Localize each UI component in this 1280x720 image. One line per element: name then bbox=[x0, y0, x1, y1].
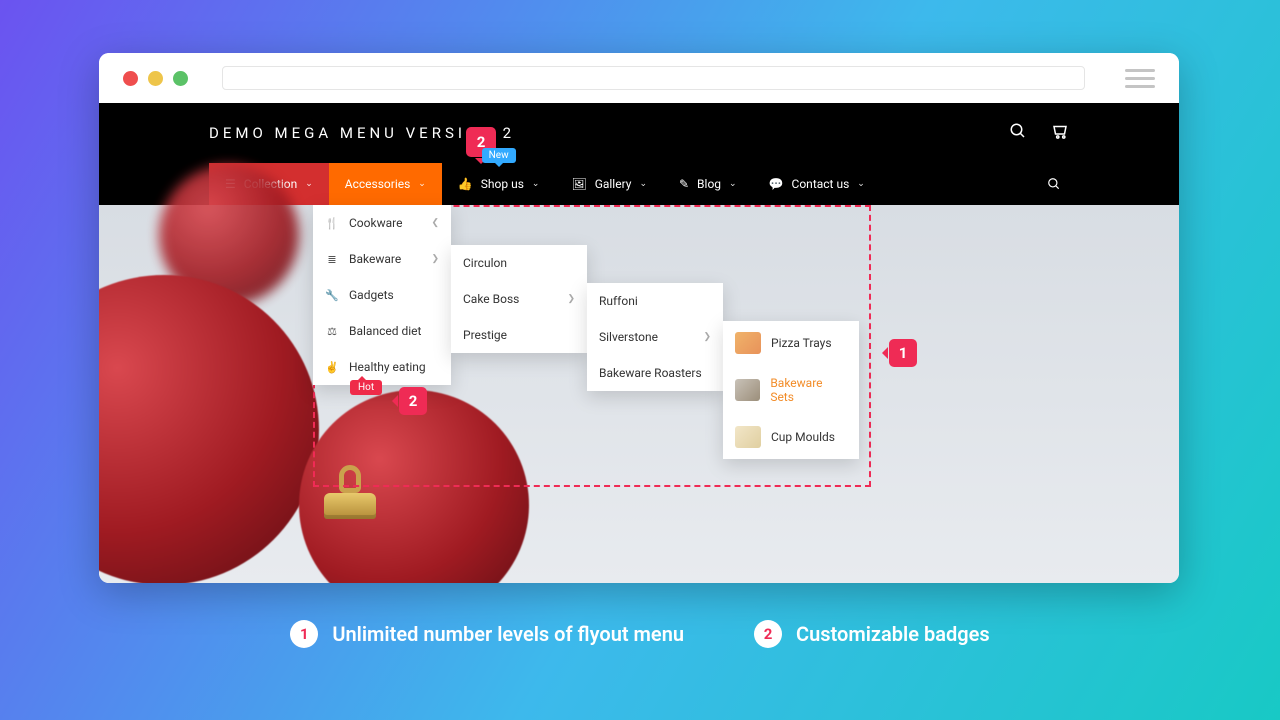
nav-contact[interactable]: 💬 Contact us ⌄ bbox=[753, 163, 881, 205]
menu-label: Silverstone bbox=[599, 330, 658, 344]
nav-label: Gallery bbox=[595, 177, 632, 191]
hamburger-icon[interactable] bbox=[1125, 69, 1155, 88]
thumbnail bbox=[735, 426, 761, 448]
thumbnail bbox=[735, 379, 760, 401]
chevron-down-icon: ⌄ bbox=[639, 179, 647, 189]
nav-accessories[interactable]: Accessories ⌄ bbox=[329, 163, 442, 205]
chevron-right-icon: ❯ bbox=[703, 332, 711, 342]
hero-area: 🍴 Cookware ❮ ≣ Bakeware ❯ 🔧 Gadgets ⚖ Balanced… bbox=[99, 205, 1179, 583]
menu-label: Cup Moulds bbox=[771, 430, 835, 444]
legend-num: 1 bbox=[290, 620, 318, 648]
nav-gallery[interactable]: 🖼 Gallery ⌄ bbox=[555, 163, 663, 205]
chevron-right-icon: ❯ bbox=[567, 294, 575, 304]
menu-item-circulon[interactable]: Circulon bbox=[451, 245, 587, 281]
nav-blog[interactable]: ✎ Blog ⌄ bbox=[663, 163, 753, 205]
utensils-icon: 🍴 bbox=[325, 217, 339, 230]
menu-item-pizza[interactable]: Pizza Trays bbox=[723, 321, 859, 365]
legend-text: Unlimited number levels of flyout menu bbox=[332, 622, 684, 646]
nav-label: Shop us bbox=[481, 177, 524, 191]
minimize-dot[interactable] bbox=[148, 71, 163, 86]
menu-item-balanced[interactable]: ⚖ Balanced diet bbox=[313, 313, 451, 349]
ornament-bg bbox=[99, 275, 319, 583]
menu-label: Bakeware Roasters bbox=[599, 366, 702, 380]
thumbnail bbox=[735, 332, 761, 354]
browser-chrome bbox=[99, 53, 1179, 103]
search-icon[interactable] bbox=[1009, 122, 1027, 144]
menu-item-gadgets[interactable]: 🔧 Gadgets bbox=[313, 277, 451, 313]
url-bar[interactable] bbox=[222, 66, 1085, 90]
menu-label: Ruffoni bbox=[599, 294, 638, 308]
menu-item-bakeware[interactable]: ≣ Bakeware ❯ bbox=[313, 241, 451, 277]
menu-item-healthy[interactable]: ✌Healthy eating Hot bbox=[313, 349, 451, 385]
menu-label: Cookware bbox=[349, 216, 402, 230]
menu-item-silverstone[interactable]: Silverstone ❯ bbox=[587, 319, 723, 355]
image-icon: 🖼 bbox=[571, 177, 586, 191]
menu-item-cakeboss[interactable]: Cake Boss ❯ bbox=[451, 281, 587, 317]
nav-search-icon[interactable] bbox=[1047, 163, 1069, 205]
close-dot[interactable] bbox=[123, 71, 138, 86]
thumbs-up-icon: 👍 bbox=[458, 177, 473, 191]
window-controls bbox=[123, 71, 188, 86]
pencil-icon: ✎ bbox=[679, 177, 689, 191]
chevron-down-icon: ⌄ bbox=[305, 179, 313, 189]
submenu-level-2: Circulon Cake Boss ❯ Prestige bbox=[451, 245, 587, 353]
submenu-level-1: 🍴 Cookware ❮ ≣ Bakeware ❯ 🔧 Gadgets ⚖ Balanced… bbox=[313, 205, 451, 385]
menu-label: Healthy eating bbox=[349, 360, 426, 374]
chat-icon: 💬 bbox=[769, 177, 784, 191]
legend-item-2: 2 Customizable badges bbox=[754, 620, 990, 648]
chevron-right-icon: ❯ bbox=[431, 254, 439, 264]
legend-item-1: 1 Unlimited number levels of flyout menu bbox=[290, 620, 684, 648]
chevron-right-icon: ❮ bbox=[431, 218, 439, 228]
wrench-icon: 🔧 bbox=[325, 289, 339, 302]
menu-label: Pizza Trays bbox=[771, 336, 832, 350]
menu-item-roasters[interactable]: Bakeware Roasters bbox=[587, 355, 723, 391]
menu-item-sets[interactable]: Bakeware Sets bbox=[723, 365, 859, 415]
chevron-down-icon: ⌄ bbox=[418, 179, 426, 189]
menu-item-cookware[interactable]: 🍴 Cookware ❮ bbox=[313, 205, 451, 241]
cart-icon[interactable] bbox=[1051, 122, 1069, 144]
callout-badge-1: 1 bbox=[889, 339, 917, 367]
menu-label: Cake Boss bbox=[463, 292, 519, 306]
menu-label: Bakeware Sets bbox=[770, 376, 847, 404]
new-badge: New bbox=[482, 148, 516, 163]
maximize-dot[interactable] bbox=[173, 71, 188, 86]
peace-icon: ✌ bbox=[325, 361, 339, 374]
menu-label: Balanced diet bbox=[349, 324, 421, 338]
menu-item-prestige[interactable]: Prestige bbox=[451, 317, 587, 353]
menu-label: Gadgets bbox=[349, 288, 394, 302]
menu-item-ruffoni[interactable]: Ruffoni bbox=[587, 283, 723, 319]
callout-badge-2: 2 bbox=[399, 387, 427, 415]
submenu-level-3: Ruffoni Silverstone ❯ Bakeware Roasters bbox=[587, 283, 723, 391]
hot-badge: Hot bbox=[350, 380, 382, 395]
nav-label: Contact us bbox=[792, 177, 850, 191]
nav-label: Accessories bbox=[345, 177, 411, 191]
chevron-down-icon: ⌄ bbox=[532, 179, 540, 189]
submenu-level-4: Pizza Trays Bakeware Sets Cup Moulds bbox=[723, 321, 859, 459]
menu-label: Prestige bbox=[463, 328, 507, 342]
menu-label: Bakeware bbox=[349, 252, 401, 266]
menu-label: Circulon bbox=[463, 256, 507, 270]
nav-shop[interactable]: New 👍 Shop us ⌄ bbox=[442, 163, 556, 205]
site-header: DEMO MEGA MENU VERSION 2 bbox=[99, 103, 1179, 163]
chevron-down-icon: ⌄ bbox=[857, 179, 865, 189]
browser-frame: DEMO MEGA MENU VERSION 2 2 ☰ Collection … bbox=[99, 53, 1179, 583]
ornament-bg bbox=[299, 390, 529, 583]
menu-item-moulds[interactable]: Cup Moulds bbox=[723, 415, 859, 459]
nav-label: Blog bbox=[697, 177, 721, 191]
legend-num: 2 bbox=[754, 620, 782, 648]
ornament-cap bbox=[320, 503, 380, 519]
layers-icon: ≣ bbox=[325, 253, 339, 266]
chevron-down-icon: ⌄ bbox=[729, 179, 737, 189]
legend: 1Unlimited number levels of flyout menu … bbox=[0, 620, 1280, 648]
scale-icon: ⚖ bbox=[325, 325, 339, 338]
legend-text: Customizable badges bbox=[796, 622, 990, 646]
